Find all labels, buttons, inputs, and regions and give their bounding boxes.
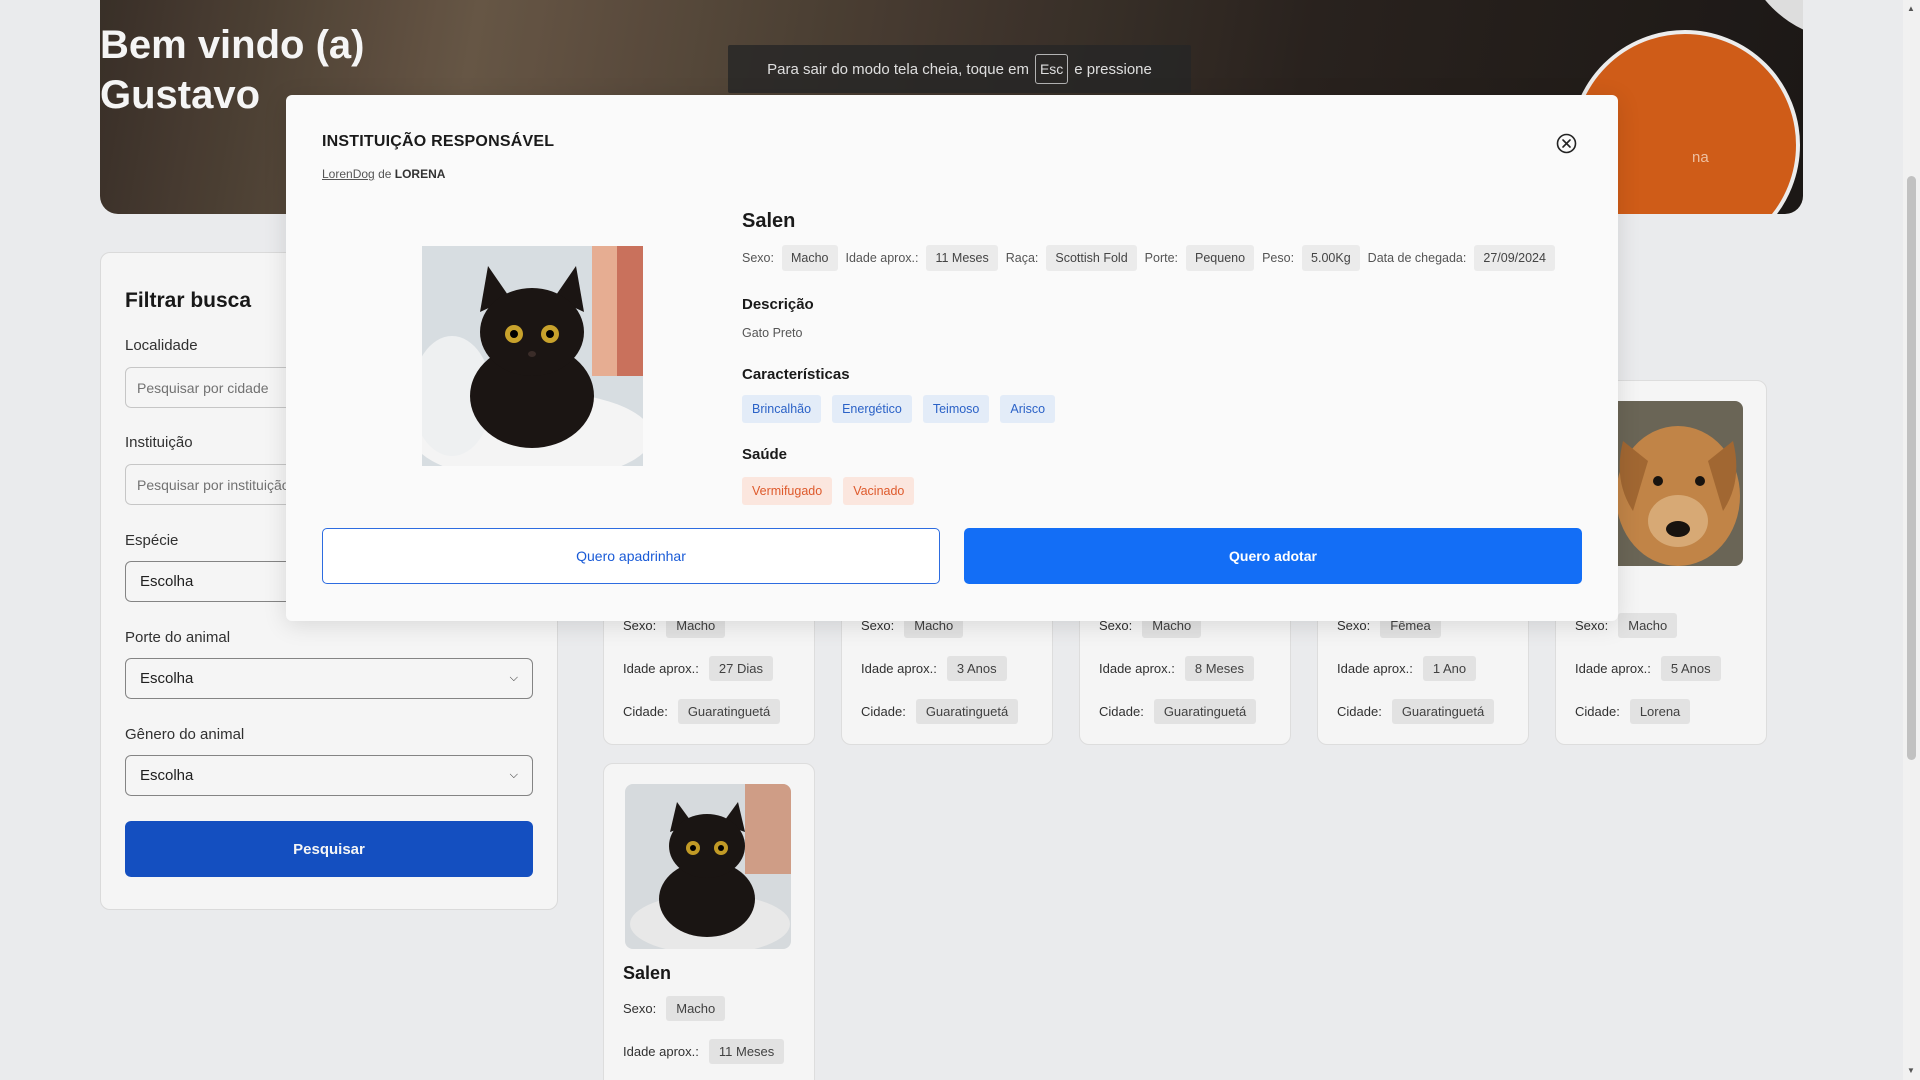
health-list: Vermifugado Vacinado: [742, 477, 915, 505]
pet-attributes: Sexo: Macho Idade aprox.: 11 Meses Raça:…: [742, 245, 1555, 271]
scrollbar-thumb[interactable]: [1907, 176, 1916, 760]
description-title: Descrição: [742, 296, 814, 313]
size-label: Porte:: [1144, 251, 1179, 265]
trait-tag: Energético: [832, 395, 912, 423]
close-icon[interactable]: [1556, 133, 1577, 154]
sex-label: Sexo:: [742, 251, 774, 265]
trait-tag: Brincalhão: [742, 395, 822, 423]
weight-label: Peso:: [1262, 251, 1295, 265]
trait-tag: Arisco: [1000, 395, 1056, 423]
institution-link[interactable]: LorenDog: [322, 167, 375, 181]
size-chip: Pequeno: [1186, 245, 1255, 271]
sponsor-button[interactable]: Quero apadrinhar: [322, 528, 940, 584]
institution-info: LorenDog de LORENA: [322, 167, 445, 181]
pet-name-title: Salen: [742, 210, 796, 232]
institution-city: LORENA: [394, 167, 446, 181]
pet-details-modal: INSTITUIÇÃO RESPONSÁVEL LorenDog de LORE…: [286, 95, 1618, 621]
adopt-button[interactable]: Quero adotar: [964, 528, 1582, 584]
modal-heading: INSTITUIÇÃO RESPONSÁVEL: [322, 133, 555, 150]
arrival-date-chip: 27/09/2024: [1474, 245, 1555, 271]
description-text: Gato Preto: [742, 326, 803, 340]
weight-chip: 5.00Kg: [1302, 245, 1360, 271]
institution-connector: de: [378, 167, 392, 181]
health-tag: Vermifugado: [742, 477, 833, 505]
page-scrollbar[interactable]: ▲ ▼: [1903, 0, 1920, 1080]
trait-tag: Teimoso: [922, 395, 990, 423]
health-tag: Vacinado: [843, 477, 915, 505]
arrival-date-label: Data de chegada:: [1367, 251, 1467, 265]
sex-chip: Macho: [781, 245, 838, 271]
scroll-down-icon[interactable]: ▼: [1907, 1066, 1915, 1075]
traits-title: Características: [742, 366, 850, 383]
scroll-up-icon[interactable]: ▲: [1907, 4, 1915, 13]
traits-list: Brincalhão Energético Teimoso Arisco: [742, 395, 1056, 423]
age-chip: 11 Meses: [926, 245, 998, 271]
breed-label: Raça:: [1005, 251, 1039, 265]
breed-chip: Scottish Fold: [1046, 245, 1137, 271]
age-label: Idade aprox.:: [845, 251, 919, 265]
pet-photo: [422, 246, 643, 466]
health-title: Saúde: [742, 446, 788, 463]
